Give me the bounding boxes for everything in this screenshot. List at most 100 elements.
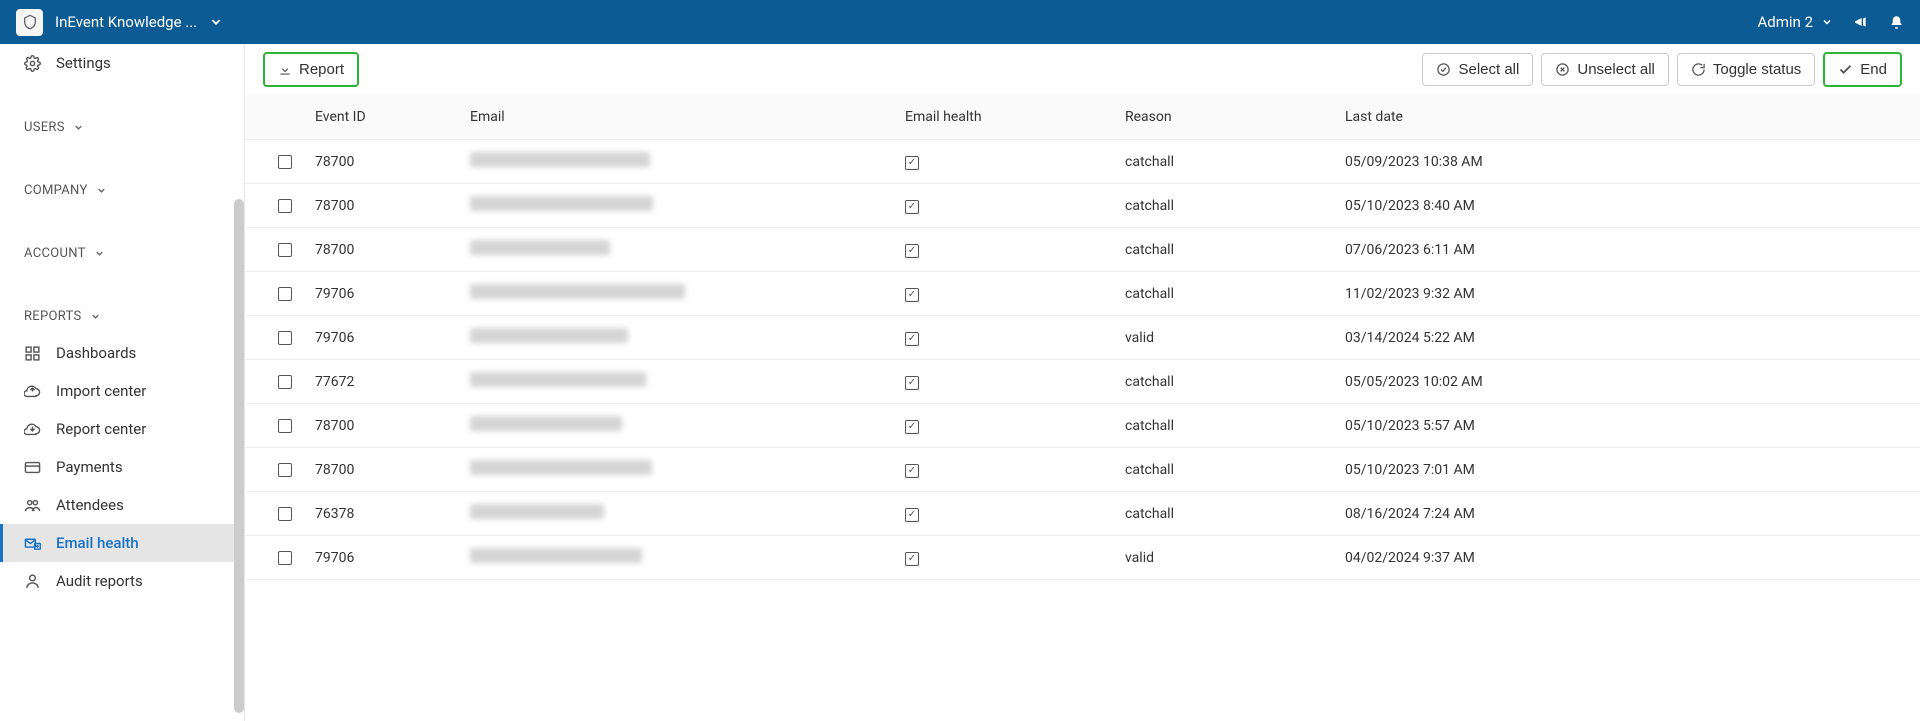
header-email-health: Email health	[905, 109, 1125, 125]
unselect-all-button[interactable]: Unselect all	[1541, 53, 1669, 86]
table-row[interactable]: 77672✓catchall05/05/2023 10:02 AM	[245, 360, 1920, 404]
cell-reason: catchall	[1125, 286, 1345, 302]
user-label: Admin 2	[1758, 13, 1813, 31]
cell-event-id: 79706	[315, 286, 470, 302]
row-checkbox[interactable]	[278, 155, 292, 169]
row-checkbox[interactable]	[278, 331, 292, 345]
sidebar-group-reports[interactable]: REPORTS	[0, 299, 244, 334]
cell-event-id: 78700	[315, 154, 470, 170]
table-row[interactable]: 76378✓catchall08/16/2024 7:24 AM	[245, 492, 1920, 536]
cell-last-date: 08/16/2024 7:24 AM	[1345, 506, 1910, 522]
row-checkbox[interactable]	[278, 287, 292, 301]
sidebar-item-attendees[interactable]: Attendees	[0, 486, 244, 524]
cell-last-date: 05/10/2023 7:01 AM	[1345, 462, 1910, 478]
table-row[interactable]: 79706✓catchall11/02/2023 9:32 AM	[245, 272, 1920, 316]
row-checkbox[interactable]	[278, 551, 292, 565]
user-menu[interactable]: Admin 2	[1758, 13, 1833, 31]
cell-email-health: ✓	[905, 329, 1125, 346]
select-all-button[interactable]: Select all	[1422, 53, 1533, 86]
health-checked-icon: ✓	[905, 508, 919, 522]
table-row[interactable]: 79706✓valid03/14/2024 5:22 AM	[245, 316, 1920, 360]
cell-email-health: ✓	[905, 197, 1125, 214]
table-row[interactable]: 78700 ✓catchall07/06/2023 6:11 AM	[245, 228, 1920, 272]
table-row[interactable]: 78700✓catchall05/09/2023 10:38 AM	[245, 140, 1920, 184]
topbar: InEvent Knowledge ... Admin 2	[0, 0, 1920, 44]
cell-email-health: ✓	[905, 461, 1125, 478]
cloud-download-icon	[24, 421, 42, 438]
sidebar-item-label: Audit reports	[56, 572, 143, 590]
sidebar-group-company[interactable]: COMPANY	[0, 173, 244, 208]
table-row[interactable]: 79706✓valid04/02/2024 9:37 AM	[245, 536, 1920, 580]
refresh-icon	[1691, 62, 1706, 77]
scrollbar[interactable]	[234, 199, 244, 713]
cell-email-health: ✓	[905, 285, 1125, 302]
cell-last-date: 03/14/2024 5:22 AM	[1345, 330, 1910, 346]
cell-event-id: 78700	[315, 462, 470, 478]
sidebar-item-label: Report center	[56, 420, 146, 438]
cell-reason: catchall	[1125, 418, 1345, 434]
row-checkbox[interactable]	[278, 199, 292, 213]
health-checked-icon: ✓	[905, 156, 919, 170]
cell-reason: catchall	[1125, 374, 1345, 390]
cell-last-date: 05/10/2023 5:57 AM	[1345, 418, 1910, 434]
sidebar-group-account[interactable]: ACCOUNT	[0, 236, 244, 271]
announce-icon[interactable]	[1853, 14, 1869, 30]
toggle-status-button[interactable]: Toggle status	[1677, 53, 1815, 86]
table-row[interactable]: 78700✓catchall05/10/2023 8:40 AM	[245, 184, 1920, 228]
sidebar-item-label: Import center	[56, 382, 146, 400]
sidebar-group-users[interactable]: USERS	[0, 110, 244, 145]
chevron-down-icon	[90, 311, 101, 322]
cell-email	[470, 504, 905, 523]
app-switcher-chevron-icon[interactable]	[209, 15, 223, 29]
credit-card-icon	[24, 459, 42, 476]
cell-last-date: 05/10/2023 8:40 AM	[1345, 198, 1910, 214]
cell-email-health: ✓	[905, 373, 1125, 390]
sidebar-item-payments[interactable]: Payments	[0, 448, 244, 486]
sidebar-item-report-center[interactable]: Report center	[0, 410, 244, 448]
cell-reason: catchall	[1125, 462, 1345, 478]
sidebar-item-import-center[interactable]: Import center	[0, 372, 244, 410]
download-icon	[278, 63, 292, 77]
cell-email-health: ✓	[905, 241, 1125, 258]
cell-last-date: 07/06/2023 6:11 AM	[1345, 242, 1910, 258]
health-checked-icon: ✓	[905, 332, 919, 346]
cell-reason: catchall	[1125, 242, 1345, 258]
row-checkbox[interactable]	[278, 419, 292, 433]
cell-reason: catchall	[1125, 154, 1345, 170]
sidebar-item-email-health[interactable]: Email health	[0, 524, 244, 562]
sidebar-item-settings[interactable]: Settings	[0, 44, 244, 82]
cell-event-id: 76378	[315, 506, 470, 522]
sidebar-item-label: Email health	[56, 534, 139, 552]
table-row[interactable]: 78700✓catchall05/10/2023 5:57 AM	[245, 404, 1920, 448]
cell-email	[470, 196, 905, 215]
row-checkbox[interactable]	[278, 243, 292, 257]
sidebar-item-label: Settings	[56, 54, 111, 72]
sidebar-item-dashboards[interactable]: Dashboards	[0, 334, 244, 372]
sidebar-item-label: Dashboards	[56, 344, 136, 362]
cell-email-health: ✓	[905, 417, 1125, 434]
row-checkbox[interactable]	[278, 375, 292, 389]
cell-last-date: 04/02/2024 9:37 AM	[1345, 550, 1910, 566]
cell-email	[470, 284, 905, 303]
bell-icon[interactable]	[1889, 15, 1904, 30]
row-checkbox[interactable]	[278, 507, 292, 521]
table-header: Event ID Email Email health Reason Last …	[245, 95, 1920, 140]
end-button[interactable]: End	[1823, 52, 1902, 87]
health-checked-icon: ✓	[905, 552, 919, 566]
cell-event-id: 78700	[315, 242, 470, 258]
row-checkbox[interactable]	[278, 463, 292, 477]
health-checked-icon: ✓	[905, 464, 919, 478]
check-circle-icon	[1436, 62, 1451, 77]
people-icon	[24, 497, 42, 514]
health-checked-icon: ✓	[905, 200, 919, 214]
toolbar: Report Select all Unselect all Toggle	[245, 44, 1920, 95]
table-body: 78700✓catchall05/09/2023 10:38 AM78700✓c…	[245, 140, 1920, 580]
cell-email	[470, 152, 905, 171]
sidebar-item-audit-reports[interactable]: Audit reports	[0, 562, 244, 600]
report-button[interactable]: Report	[263, 52, 359, 87]
cell-email	[470, 548, 905, 567]
cell-email	[470, 460, 905, 479]
chevron-down-icon	[96, 185, 107, 196]
header-event-id: Event ID	[315, 109, 470, 125]
table-row[interactable]: 78700 ✓ catchall05/10/2023 7:01 AM	[245, 448, 1920, 492]
